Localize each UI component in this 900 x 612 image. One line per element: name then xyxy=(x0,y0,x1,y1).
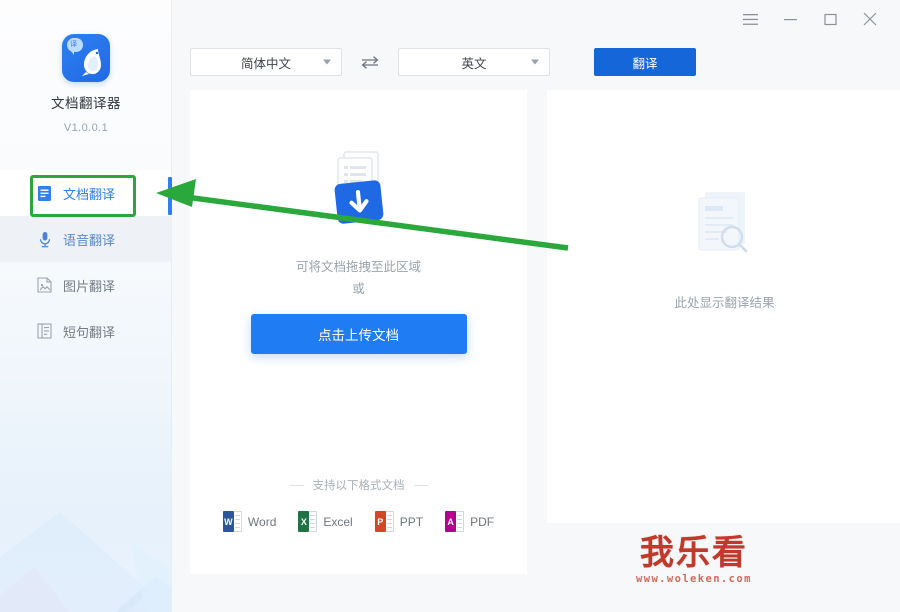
file-page xyxy=(385,511,394,532)
format-label: PDF xyxy=(470,514,495,529)
sidebar-item-image-translation[interactable]: 图片翻译 xyxy=(0,262,171,308)
minimize-icon[interactable] xyxy=(770,2,810,36)
drop-zone[interactable]: 可将文档拖拽至此区域 或 点击上传文档 xyxy=(190,150,527,354)
translate-button[interactable]: 翻译 xyxy=(594,48,696,76)
microphone-icon xyxy=(36,231,53,248)
sidebar-item-sentence-translation[interactable]: 短句翻译 xyxy=(0,308,171,354)
target-language-select[interactable]: 英文 xyxy=(398,48,550,76)
format-item-excel: X Excel xyxy=(298,511,353,532)
document-icon xyxy=(36,185,53,202)
swap-languages-button[interactable] xyxy=(342,48,398,76)
sidebar-item-document-translation[interactable]: 文档翻译 xyxy=(0,170,171,216)
active-indicator-bar xyxy=(168,177,172,215)
format-item-ppt: P PPT xyxy=(374,511,424,532)
source-language-value: 简体中文 xyxy=(240,56,291,71)
sidebar: 译 文档翻译器 V1.0.0.1 文档翻译 语音翻译 图片翻译 短句翻译 xyxy=(0,0,172,612)
file-page xyxy=(456,511,465,532)
content-panels: 可将文档拖拽至此区域 或 点击上传文档 支持以下格式文档 W Word X Ex… xyxy=(190,90,900,612)
sidebar-decoration xyxy=(0,512,172,612)
or-label: 或 xyxy=(352,282,365,296)
upload-document-button[interactable]: 点击上传文档 xyxy=(250,314,467,354)
swap-arrows-icon xyxy=(361,56,379,69)
app-window: 译 文档翻译器 V1.0.0.1 文档翻译 语音翻译 图片翻译 短句翻译 简体中… xyxy=(0,0,900,612)
close-icon[interactable] xyxy=(850,2,890,36)
divider-right xyxy=(413,484,428,486)
formats-title-row: 支持以下格式文档 xyxy=(289,477,428,493)
sidebar-item-label: 短句翻译 xyxy=(63,324,116,340)
target-language-value: 英文 xyxy=(461,56,487,71)
excel-file-icon: X xyxy=(298,511,318,532)
ppt-letter: P xyxy=(374,511,386,532)
format-item-word: W Word xyxy=(222,511,277,532)
word-letter: W xyxy=(222,511,234,532)
ppt-file-icon: P xyxy=(374,511,394,532)
maximize-icon[interactable] xyxy=(810,2,850,36)
pdf-file-icon: A xyxy=(445,511,465,532)
format-label: Excel xyxy=(323,514,353,529)
chevron-down-icon xyxy=(531,59,539,65)
image-icon xyxy=(36,277,53,294)
app-branding: 译 文档翻译器 V1.0.0.1 xyxy=(0,34,172,134)
app-logo: 译 xyxy=(62,34,110,82)
dove-icon xyxy=(82,49,101,76)
source-language-select[interactable]: 简体中文 xyxy=(190,48,342,76)
document-download-icon xyxy=(316,150,402,234)
window-controls xyxy=(730,0,890,38)
translation-toolbar: 简体中文 英文 翻译 xyxy=(190,48,696,76)
format-label: PPT xyxy=(399,514,424,529)
upload-panel[interactable]: 可将文档拖拽至此区域 或 点击上传文档 支持以下格式文档 W Word X Ex… xyxy=(190,90,527,574)
format-item-pdf: A PDF xyxy=(445,511,494,532)
main-area: 简体中文 英文 翻译 可将文档拖拽至此区域 或 点击上传文档 支持以下格式文档 … xyxy=(172,0,900,612)
text-lines-icon xyxy=(36,323,53,340)
panel-divider xyxy=(527,90,547,612)
format-list: W Word X Excel P PPT A PDF xyxy=(222,511,494,532)
file-page xyxy=(233,511,242,532)
chevron-down-icon xyxy=(323,59,331,65)
sidebar-nav: 文档翻译 语音翻译 图片翻译 短句翻译 xyxy=(0,170,171,354)
format-label: Word xyxy=(247,514,277,529)
excel-letter: X xyxy=(298,511,310,532)
word-file-icon: W xyxy=(222,511,242,532)
sidebar-item-voice-translation[interactable]: 语音翻译 xyxy=(0,216,171,262)
result-empty-text: 此处显示翻译结果 xyxy=(674,296,775,310)
sidebar-item-label: 语音翻译 xyxy=(63,232,116,248)
sidebar-item-label: 文档翻译 xyxy=(63,186,116,202)
drop-zone-text: 可将文档拖拽至此区域 或 xyxy=(296,256,421,300)
divider-left xyxy=(289,484,304,486)
app-version: V1.0.0.1 xyxy=(63,122,109,134)
hamburger-menu-icon[interactable] xyxy=(730,2,770,36)
result-panel: 此处显示翻译结果 xyxy=(547,90,900,523)
supported-formats: 支持以下格式文档 W Word X Excel P PPT A PDF xyxy=(190,477,527,532)
result-empty-state: 此处显示翻译结果 xyxy=(547,186,900,311)
document-search-icon xyxy=(689,186,761,268)
pdf-letter: A xyxy=(445,511,457,532)
sidebar-item-label: 图片翻译 xyxy=(63,278,116,294)
app-name: 文档翻译器 xyxy=(51,96,121,111)
drag-hint: 可将文档拖拽至此区域 xyxy=(295,260,421,274)
file-page xyxy=(309,511,318,532)
formats-title: 支持以下格式文档 xyxy=(312,480,405,492)
